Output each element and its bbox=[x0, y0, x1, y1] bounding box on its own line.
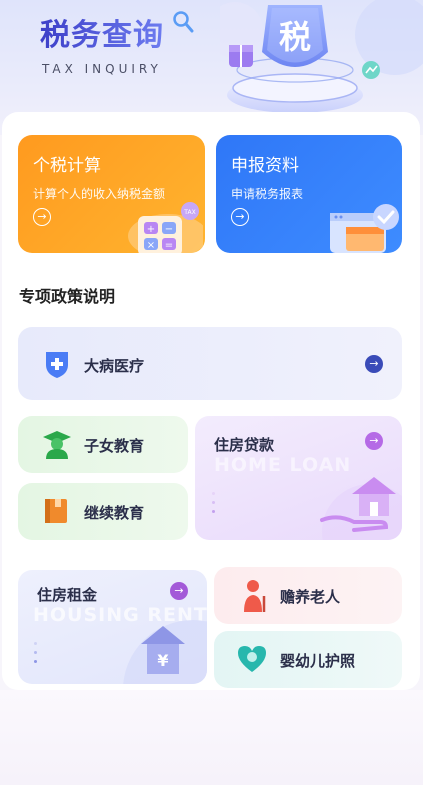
baby-heart-icon bbox=[238, 646, 266, 672]
arrow-right-icon: → bbox=[33, 208, 51, 226]
arrow-right-icon: → bbox=[170, 582, 188, 600]
tile-description: 计算个人的收入纳税金额 bbox=[33, 187, 166, 201]
policy-label: 住房贷款 bbox=[214, 436, 275, 454]
document-check-icon bbox=[330, 204, 399, 253]
bottom-area bbox=[0, 690, 423, 785]
policy-label: 继续教育 bbox=[84, 504, 145, 522]
svg-text:¥: ¥ bbox=[157, 651, 168, 670]
tax-badge-char: 税 bbox=[279, 18, 311, 56]
policy-label: 住房租金 bbox=[37, 586, 98, 604]
tile-description: 申请税务报表 bbox=[231, 187, 304, 201]
page-title: 税务查询 bbox=[40, 10, 164, 54]
house-hand-icon bbox=[320, 477, 402, 540]
svg-text:×: × bbox=[147, 240, 155, 251]
policy-housing-rent[interactable]: 住房租金 HOUSING RENT → ¥ bbox=[18, 570, 207, 684]
magnifier-icon bbox=[173, 11, 194, 33]
policy-child-education[interactable]: 子女教育 bbox=[18, 416, 188, 473]
house-yuan-icon: ¥ bbox=[123, 620, 207, 684]
medical-shield-icon bbox=[46, 352, 68, 378]
book-icon bbox=[45, 499, 67, 523]
section-title: 专项政策说明 bbox=[19, 287, 116, 306]
policy-label: 子女教育 bbox=[84, 437, 145, 455]
dots-decoration bbox=[34, 642, 37, 669]
policy-label: 大病医疗 bbox=[84, 357, 145, 375]
arrow-right-icon: → bbox=[231, 208, 249, 226]
policy-label: 婴幼儿护照 bbox=[280, 652, 356, 670]
policy-infant-care[interactable]: 婴幼儿护照 bbox=[214, 631, 402, 688]
svg-text:=: = bbox=[165, 240, 173, 251]
elder-icon bbox=[244, 580, 266, 612]
tile-title: 个税计算 bbox=[33, 156, 101, 176]
arrow-right-icon: → bbox=[365, 432, 383, 450]
policy-label: 赡养老人 bbox=[280, 588, 341, 606]
svg-text:+: + bbox=[147, 224, 155, 235]
page-subtitle: TAX INQUIRY bbox=[42, 62, 162, 76]
tax-calculator-tile[interactable]: 个税计算 计算个人的收入纳税金额 → + − × = TAX bbox=[18, 135, 205, 253]
policy-home-loan[interactable]: 住房贷款 HOME LOAN → bbox=[195, 416, 402, 540]
svg-text:TAX: TAX bbox=[183, 209, 195, 216]
policy-serious-illness[interactable]: 大病医疗 → bbox=[18, 327, 402, 400]
tax-report-tile[interactable]: 申报资料 申请税务报表 → bbox=[216, 135, 402, 253]
policy-continuing-education[interactable]: 继续教育 bbox=[18, 483, 188, 540]
policy-elderly-support[interactable]: 赡养老人 bbox=[214, 567, 402, 624]
calculator-icon: + − × = TAX bbox=[128, 202, 203, 253]
svg-text:−: − bbox=[165, 224, 173, 235]
arrow-right-icon: → bbox=[365, 355, 383, 373]
dots-decoration bbox=[212, 492, 215, 519]
graduate-icon bbox=[43, 431, 71, 459]
tile-title: 申报资料 bbox=[231, 156, 299, 176]
